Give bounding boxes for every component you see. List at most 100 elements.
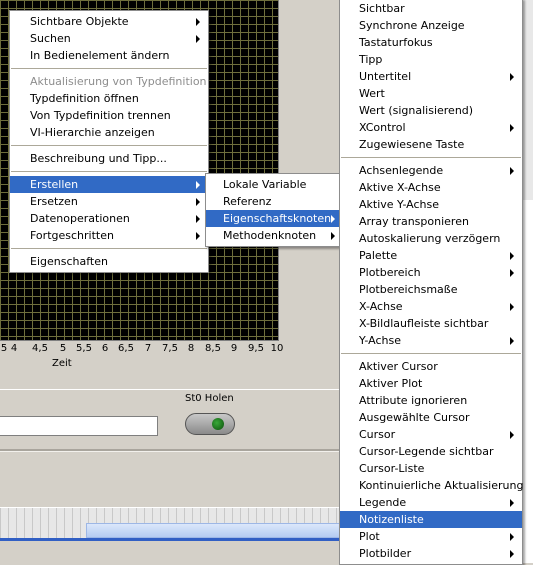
menu-item-label: Suchen	[30, 32, 71, 45]
menu-item-typdefinition-offnen[interactable]: Typdefinition öffnen	[10, 90, 208, 107]
menu-item-tastaturfokus[interactable]: Tastaturfokus	[340, 34, 522, 51]
menu-item-sichtbar[interactable]: Sichtbar	[340, 0, 522, 17]
menu-item-label: Zugewiesene Taste	[359, 138, 465, 151]
menu-item-plotbereich[interactable]: Plotbereich	[340, 264, 522, 281]
menu-item-label: Methodenknoten	[223, 229, 317, 242]
x-tick-label: 6	[101, 343, 109, 354]
menu-item-notizenliste[interactable]: Notizenliste	[340, 511, 522, 528]
menu-item-methodenknoten[interactable]: Methodenknoten	[206, 227, 343, 244]
x-tick-label: 7,5	[162, 343, 178, 354]
menu-item-fortgeschritten[interactable]: Fortgeschritten	[10, 227, 208, 244]
menu-item-plotbilder[interactable]: Plotbilder	[340, 545, 522, 562]
hold-button[interactable]	[185, 413, 235, 435]
menu-item-label: Fortgeschritten	[30, 229, 114, 242]
menu-item-label: Notizenliste	[359, 513, 424, 526]
panel-divider	[0, 389, 345, 390]
menu-item-array-transponieren[interactable]: Array transponieren	[340, 213, 522, 230]
horizontal-scrollbar[interactable]	[86, 523, 346, 538]
menu-item-label: Eigenschaftsknoten	[223, 212, 332, 225]
submenu-arrow-icon	[331, 232, 335, 240]
menu-item-zugewiesene-taste[interactable]: Zugewiesene Taste	[340, 136, 522, 153]
menu-item-legende[interactable]: Legende	[340, 494, 522, 511]
menu-item-aktiver-plot[interactable]: Aktiver Plot	[340, 375, 522, 392]
menu-item-achsenlegende[interactable]: Achsenlegende	[340, 162, 522, 179]
menu-item-label: Von Typdefinition trennen	[30, 109, 171, 122]
menu-item-beschreibung-und-tipp[interactable]: Beschreibung und Tipp...	[10, 150, 208, 167]
x-tick-label: 7	[144, 343, 152, 354]
menu-item-label: Cursor	[359, 428, 396, 441]
menu-item-wert-signalisierend[interactable]: Wert (signalisierend)	[340, 102, 522, 119]
menu-item-label: Array transponieren	[359, 215, 469, 228]
menu-item-tipp[interactable]: Tipp	[340, 51, 522, 68]
menu-item-suchen[interactable]: Suchen	[10, 30, 208, 47]
menu-item-label: X-Achse	[359, 300, 403, 313]
menu-item-erstellen[interactable]: Erstellen	[10, 176, 208, 193]
menu-item-x-achse[interactable]: X-Achse	[340, 298, 522, 315]
menu-item-label: Synchrone Anzeige	[359, 19, 465, 32]
menu-item-cursor-liste[interactable]: Cursor-Liste	[340, 460, 522, 477]
menu-item-label: Autoskalierung verzögern	[359, 232, 501, 245]
submenu-arrow-icon	[196, 181, 200, 189]
menu-item-ausgewahlte-cursor[interactable]: Ausgewählte Cursor	[340, 409, 522, 426]
panel-separator	[0, 449, 345, 452]
menu-item-datenoperationen[interactable]: Datenoperationen	[10, 210, 208, 227]
menu-item-autoskalierung-verzogern[interactable]: Autoskalierung verzögern	[340, 230, 522, 247]
menu-item-plotbereichsma-e[interactable]: Plotbereichsmaße	[340, 281, 522, 298]
x-tick-label: 5,5	[76, 343, 92, 354]
menu-item-wert[interactable]: Wert	[340, 85, 522, 102]
menu-item-label: Plotbereich	[359, 266, 421, 279]
menu-item-aktive-y-achse[interactable]: Aktive Y-Achse	[340, 196, 522, 213]
menu-item-attribute-ignorieren[interactable]: Attribute ignorieren	[340, 392, 522, 409]
menu-item-x-bildlaufleiste-sichtbar[interactable]: X-Bildlaufleiste sichtbar	[340, 315, 522, 332]
menu-item-lokale-variable[interactable]: Lokale Variable	[206, 176, 343, 193]
menu-item-plot[interactable]: Plot	[340, 528, 522, 545]
x-tick-label: 4,5	[32, 343, 48, 354]
menu-item-aktiver-cursor[interactable]: Aktiver Cursor	[340, 358, 522, 375]
x-tick-label: 9,5	[248, 343, 264, 354]
menu-item-xcontrol[interactable]: XControl	[340, 119, 522, 136]
menu-item-label: Aktive Y-Achse	[359, 198, 440, 211]
x-tick-label: 5	[59, 343, 67, 354]
submenu-arrow-icon	[196, 18, 200, 26]
menu-item-label: Attribute ignorieren	[359, 394, 468, 407]
menu-item-label: Eigenschaften	[30, 255, 108, 268]
menu-item-referenz[interactable]: Referenz	[206, 193, 343, 210]
menu-item-von-typdefinition-trennen[interactable]: Von Typdefinition trennen	[10, 107, 208, 124]
menu-item-eigenschaftsknoten[interactable]: Eigenschaftsknoten	[206, 210, 343, 227]
menu-item-label: Ausgewählte Cursor	[359, 411, 470, 424]
menu-item-ersetzen[interactable]: Ersetzen	[10, 193, 208, 210]
menu-item-untertitel[interactable]: Untertitel	[340, 68, 522, 85]
string-indicator[interactable]	[0, 416, 158, 436]
menu-item-cursor-legende-sichtbar[interactable]: Cursor-Legende sichtbar	[340, 443, 522, 460]
menu-item-label: Plotbilder	[359, 547, 412, 560]
menu-item-label: XControl	[359, 121, 406, 134]
menu-item-label: Datenoperationen	[30, 212, 130, 225]
menu-item-aktive-x-achse[interactable]: Aktive X-Achse	[340, 179, 522, 196]
menu-item-eigenschaften[interactable]: Eigenschaften	[10, 253, 208, 270]
menu-item-cursor[interactable]: Cursor	[340, 426, 522, 443]
menu-item-palette[interactable]: Palette	[340, 247, 522, 264]
submenu-arrow-icon	[510, 124, 514, 132]
context-menu: Sichtbare Objekte Suchen In Bedienelement …	[9, 10, 209, 273]
menu-item-kontinuierliche-aktualisierung[interactable]: Kontinuierliche Aktualisierung	[340, 477, 523, 494]
menu-item-sichtbare-objekte[interactable]: Sichtbare Objekte	[10, 13, 208, 30]
menu-item-y-achse[interactable]: Y-Achse	[340, 332, 522, 349]
menu-item-in-bedienelement-andern[interactable]: In Bedienelement ändern	[10, 47, 208, 64]
submenu-arrow-icon	[196, 215, 200, 223]
led-icon	[212, 418, 224, 430]
submenu-arrow-icon	[196, 198, 200, 206]
menu-item-label: Wert (signalisierend)	[359, 104, 474, 117]
menu-separator	[11, 145, 207, 146]
submenu-arrow-icon	[510, 269, 514, 277]
menu-separator	[341, 353, 521, 354]
menu-item-label: Aktive X-Achse	[359, 181, 441, 194]
button-label: St0 Holen	[185, 393, 234, 404]
menu-item-vi-hierarchie-anzeigen[interactable]: VI-Hierarchie anzeigen	[10, 124, 208, 141]
submenu-arrow-icon	[196, 35, 200, 43]
menu-item-label: X-Bildlaufleiste sichtbar	[359, 317, 489, 330]
menu-item-synchrone-anzeige[interactable]: Synchrone Anzeige	[340, 17, 522, 34]
x-axis-ticks: 5 4 4,5 5 5,5 6 6,5 7 7,5 8 8,5 9 9,5 10	[0, 343, 290, 357]
menu-item-label: Cursor-Legende sichtbar	[359, 445, 494, 458]
submenu-arrow-icon	[510, 337, 514, 345]
x-tick-label: 9	[230, 343, 238, 354]
